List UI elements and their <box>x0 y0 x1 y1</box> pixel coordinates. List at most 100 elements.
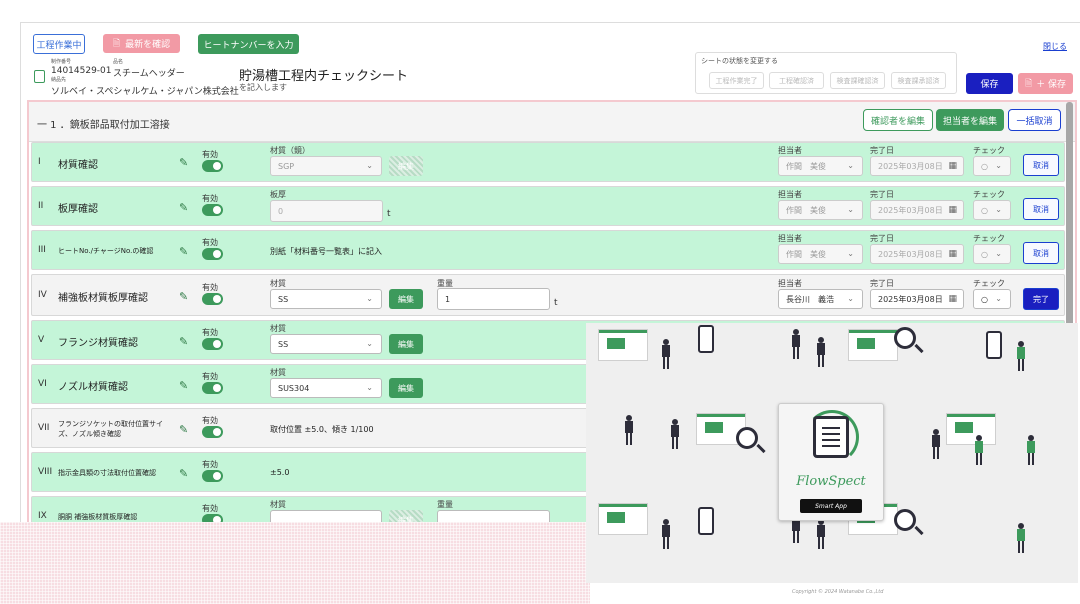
state-button-inspection-confirmed[interactable]: 検査課確認済 <box>830 72 885 89</box>
done-date-input[interactable]: 2025年03月08日 ▦ <box>870 200 964 220</box>
done-date-input[interactable]: 2025年03月08日 ▦ <box>870 289 964 309</box>
mfg-no-label: 制作番号 <box>51 59 72 65</box>
date-value: 2025年03月08日 <box>878 161 943 171</box>
pencil-icon[interactable]: ✎ <box>179 423 188 436</box>
enabled-toggle[interactable] <box>202 470 223 482</box>
material-select[interactable]: SS ⌄ <box>270 334 382 354</box>
app-root: 工程作業中 🗎 最新を確認 ヒートナンバーを入力 閉じる 制作番号 1401452… <box>0 0 1080 604</box>
magnifier-icon <box>894 327 916 349</box>
copyright: Copyright © 2024 Watanabe Co.,Ltd <box>792 589 884 595</box>
enabled-toggle[interactable] <box>202 248 223 260</box>
enabled-toggle[interactable] <box>202 338 223 350</box>
document-icon: 🗎 <box>1024 78 1033 89</box>
cancel-button[interactable]: 取消 <box>1023 154 1059 176</box>
dest-label: 納品先 <box>51 77 67 83</box>
pencil-icon[interactable]: ✎ <box>179 245 188 258</box>
complete-button[interactable]: 完了 <box>1023 288 1059 310</box>
row-label: ノズル材質確認 <box>58 382 128 393</box>
edit-owner-button[interactable]: 担当者を編集 <box>936 109 1004 131</box>
edit-checker-button[interactable]: 確認者を編集 <box>863 109 933 131</box>
material-select[interactable]: SUS304 ⌄ <box>270 378 382 398</box>
weight-input[interactable] <box>437 510 550 522</box>
enabled-toggle[interactable] <box>202 426 223 438</box>
calendar-icon: ▦ <box>948 249 957 259</box>
owner-select[interactable]: 作間 美俊 ⌄ <box>778 200 863 220</box>
unit-label: t <box>554 298 558 308</box>
row-number: III <box>38 245 46 255</box>
check-select[interactable]: ○ ⌄ <box>973 156 1011 176</box>
state-button-process-confirmed[interactable]: 工程確認済 <box>769 72 824 89</box>
edit-button[interactable]: 編集 <box>389 378 423 398</box>
row-label: 指示金具類の寸法取付位置確認 <box>58 469 156 477</box>
pencil-icon[interactable]: ✎ <box>179 467 188 480</box>
material-select[interactable]: SS ⌄ <box>270 289 382 309</box>
material-select[interactable]: SGP ⌄ <box>270 156 382 176</box>
destination: ソルベイ・スペシャルケム・ジャパン株式会社 <box>51 87 239 97</box>
enabled-toggle[interactable] <box>202 514 223 522</box>
enabled-toggle[interactable] <box>202 160 223 172</box>
row-note: ±5.0 <box>270 468 290 477</box>
pencil-icon[interactable]: ✎ <box>179 290 188 303</box>
done-date-input[interactable]: 2025年03月08日 ▦ <box>870 156 964 176</box>
save-new-button[interactable]: 🗎 ＋ 保存 <box>1018 73 1073 94</box>
enabled-label: 有効 <box>202 416 218 425</box>
owner-select[interactable]: 長谷川 義浩 ⌄ <box>778 289 863 309</box>
pencil-icon[interactable]: ✎ <box>179 156 188 169</box>
unit-label: t <box>387 209 391 219</box>
thickness-input[interactable]: 0 <box>270 200 383 222</box>
phone-icon <box>986 331 1002 359</box>
check-value: ○ <box>981 249 988 259</box>
enabled-label: 有効 <box>202 283 218 292</box>
phone-icon <box>698 507 714 535</box>
done-date-label: 完了日 <box>870 190 894 199</box>
check-label: チェック <box>973 146 1005 155</box>
close-link[interactable]: 閉じる <box>1043 41 1067 52</box>
check-value: ○ <box>981 161 988 171</box>
person-figure <box>974 435 984 465</box>
status-button[interactable]: 工程作業中 <box>33 34 85 54</box>
done-date-label: 完了日 <box>870 146 894 155</box>
bulk-cancel-button[interactable]: 一括取消 <box>1008 109 1061 131</box>
check-select[interactable]: ○ ⌄ <box>973 244 1011 264</box>
enabled-toggle[interactable] <box>202 382 223 394</box>
chevron-down-icon: ⌄ <box>995 205 1002 214</box>
cancel-button[interactable]: 取消 <box>1023 198 1059 220</box>
person-figure <box>624 415 634 445</box>
material-select[interactable] <box>270 510 382 522</box>
check-select[interactable]: ○ ⌄ <box>973 289 1011 309</box>
background-region <box>0 522 590 604</box>
field-label: 材質 <box>270 368 286 377</box>
refresh-doc-icon[interactable] <box>34 70 45 83</box>
owner-select[interactable]: 作間 美俊 ⌄ <box>778 156 863 176</box>
owner-select[interactable]: 作間 美俊 ⌄ <box>778 244 863 264</box>
edit-button[interactable]: 編集 <box>389 510 423 522</box>
save-button[interactable]: 保存 <box>966 73 1013 94</box>
pencil-icon[interactable]: ✎ <box>179 335 188 348</box>
date-value: 2025年03月08日 <box>878 249 943 259</box>
scrollbar[interactable] <box>1066 102 1073 326</box>
owner-value: 作間 美俊 <box>786 249 826 259</box>
heat-number-button[interactable]: ヒートナンバーを入力 <box>198 34 299 54</box>
pencil-icon[interactable]: ✎ <box>179 201 188 214</box>
section-header[interactable]: 一 1 ．鏡板部品取付加工溶接 確認者を編集 担当者を編集 一括取消 <box>29 102 1075 142</box>
state-button-inspection-approved[interactable]: 検査課承認済 <box>891 72 946 89</box>
weight-input[interactable]: 1 <box>437 288 550 310</box>
row-label: 胴胴 補強板材質板厚確認 <box>58 513 138 521</box>
edit-button[interactable]: 編集 <box>389 289 423 309</box>
check-select[interactable]: ○ ⌄ <box>973 200 1011 220</box>
pencil-icon[interactable]: ✎ <box>179 379 188 392</box>
enabled-toggle[interactable] <box>202 204 223 216</box>
done-date-input[interactable]: 2025年03月08日 ▦ <box>870 244 964 264</box>
state-button-work-done[interactable]: 工程作業完了 <box>709 72 764 89</box>
cancel-button[interactable]: 取消 <box>1023 242 1059 264</box>
phone-icon <box>698 325 714 353</box>
owner-label: 担当者 <box>778 234 802 243</box>
edit-button[interactable]: 編集 <box>389 156 423 176</box>
edit-button[interactable]: 編集 <box>389 334 423 354</box>
enabled-toggle[interactable] <box>202 293 223 305</box>
confirm-latest-button[interactable]: 🗎 最新を確認 <box>103 34 180 53</box>
chevron-down-icon: ⌄ <box>995 294 1002 303</box>
calendar-icon: ▦ <box>948 294 957 304</box>
document-icon: 🗎 <box>112 38 121 49</box>
page-subtitle: を記入します <box>239 83 287 92</box>
